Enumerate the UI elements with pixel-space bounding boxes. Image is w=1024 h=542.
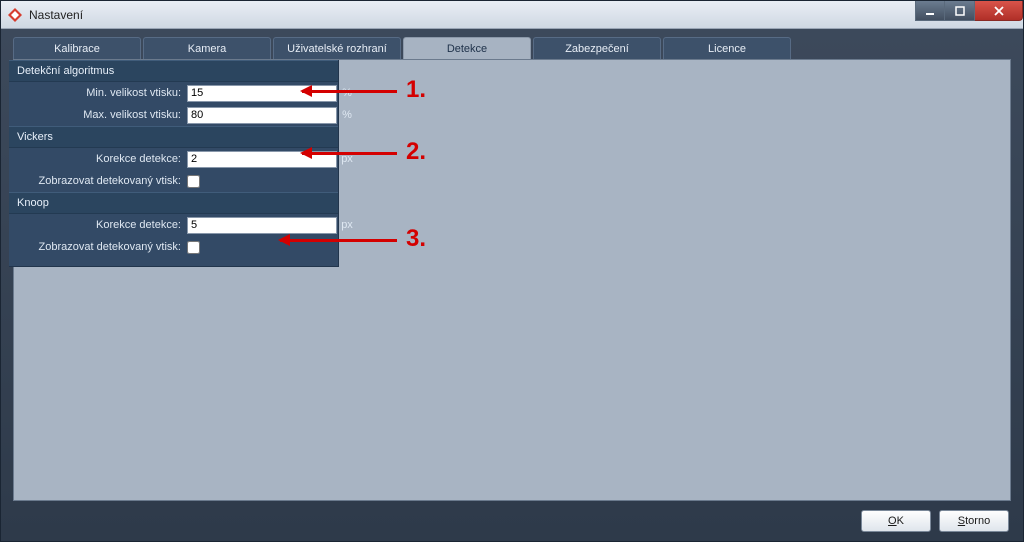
section-header-knoop: Knoop: [9, 192, 338, 214]
tab-rozhrani[interactable]: Uživatelské rozhraní: [273, 37, 401, 59]
tab-kamera[interactable]: Kamera: [143, 37, 271, 59]
app-window: Nastavení Kalibrace Kamera Uživatelské r…: [0, 0, 1024, 542]
max-size-input[interactable]: [187, 107, 337, 124]
cancel-label-rest: torno: [965, 515, 990, 527]
tab-detekce[interactable]: Detekce: [403, 37, 531, 59]
vickers-corr-unit: px: [337, 153, 357, 165]
section-header-algo: Detekční algoritmus: [9, 60, 338, 82]
vickers-corr-input[interactable]: [187, 151, 337, 168]
knoop-corr-unit: px: [337, 219, 357, 231]
tabstrip: Kalibrace Kamera Uživatelské rozhraní De…: [13, 37, 1011, 59]
app-icon: [7, 7, 23, 23]
annotation-label-2: 2.: [406, 138, 426, 166]
minimize-button[interactable]: [915, 1, 945, 21]
min-size-input[interactable]: [187, 85, 337, 102]
footer: OK Storno: [1, 501, 1023, 541]
row-vickers-show: Zobrazovat detekovaný vtisk:: [9, 170, 338, 192]
row-min-size: Min. velikost vtisku: %: [9, 82, 338, 104]
max-size-unit: %: [337, 109, 357, 121]
knoop-corr-label: Korekce detekce:: [17, 219, 187, 231]
min-size-unit: %: [337, 87, 357, 99]
titlebar: Nastavení: [1, 1, 1023, 29]
row-knoop-corr: Korekce detekce: px: [9, 214, 338, 236]
window-controls: [915, 1, 1023, 23]
min-size-label: Min. velikost vtisku:: [17, 87, 187, 99]
annotation-label-3: 3.: [406, 225, 426, 253]
knoop-corr-input[interactable]: [187, 217, 337, 234]
knoop-show-checkbox[interactable]: [187, 241, 200, 254]
vickers-show-checkbox[interactable]: [187, 175, 200, 188]
ok-button[interactable]: OK: [861, 510, 931, 532]
row-vickers-corr: Korekce detekce: px: [9, 148, 338, 170]
vickers-show-label: Zobrazovat detekovaný vtisk:: [17, 175, 187, 187]
cancel-button[interactable]: Storno: [939, 510, 1009, 532]
tab-zabezpeceni[interactable]: Zabezpečení: [533, 37, 661, 59]
tab-kalibrace[interactable]: Kalibrace: [13, 37, 141, 59]
tab-licence[interactable]: Licence: [663, 37, 791, 59]
knoop-show-label: Zobrazovat detekovaný vtisk:: [17, 241, 187, 253]
section-header-vickers: Vickers: [9, 126, 338, 148]
row-max-size: Max. velikost vtisku: %: [9, 104, 338, 126]
window-title: Nastavení: [29, 8, 83, 22]
settings-block: Detekční algoritmus Min. velikost vtisku…: [9, 60, 339, 267]
content-panel: Detekční algoritmus Min. velikost vtisku…: [13, 59, 1011, 501]
annotation-label-1: 1.: [406, 76, 426, 104]
ok-label-rest: K: [897, 515, 904, 527]
vickers-corr-label: Korekce detekce:: [17, 153, 187, 165]
maximize-button[interactable]: [945, 1, 975, 21]
close-button[interactable]: [975, 1, 1023, 21]
row-knoop-show: Zobrazovat detekovaný vtisk:: [9, 236, 338, 258]
max-size-label: Max. velikost vtisku:: [17, 109, 187, 121]
